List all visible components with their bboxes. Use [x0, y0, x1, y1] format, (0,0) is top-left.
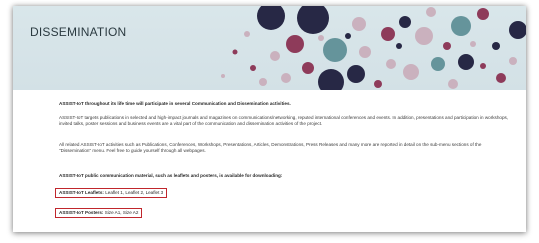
decorative-circle [443, 42, 451, 50]
decorative-circle [345, 33, 351, 39]
related-paragraph: All related ASSIST-IoT activities such a… [59, 142, 482, 154]
decorative-circle [323, 38, 347, 62]
posters-label: ASSIST-IoT Posters: [59, 210, 104, 215]
decorative-circle [492, 42, 500, 50]
decorative-circle [250, 65, 256, 71]
decorative-circle [448, 79, 458, 89]
decorative-circle [431, 57, 445, 71]
decorative-circle [426, 7, 436, 17]
decorative-circle [270, 51, 280, 61]
decorative-circle [477, 8, 489, 20]
leaflets-links[interactable]: Leaflet 1, Leaflet 2, Leaflet 3 [105, 190, 163, 195]
decorative-circle [359, 46, 371, 58]
decorative-circle [386, 59, 396, 69]
decorative-circle [259, 78, 267, 86]
decorative-circle [509, 21, 526, 39]
decorative-circle [347, 65, 365, 83]
material-intro: ASSIST-IoT public communication material… [59, 173, 283, 178]
decorative-circle [257, 6, 285, 30]
posters-links[interactable]: Size A1, Size A2 [105, 210, 139, 215]
intro-text: ASSIST-IoT throughout its life time will… [59, 101, 291, 106]
decorative-circle [297, 6, 329, 34]
leaflets-box: ASSIST-IoT Leaflets: Leaflet 1, Leaflet … [55, 188, 168, 198]
decorative-circle [281, 73, 291, 83]
decorative-circle [318, 69, 344, 90]
decorative-circle [374, 80, 382, 88]
decorative-circle [232, 49, 238, 55]
header-banner: DISSEMINATION [13, 6, 526, 90]
decorative-circle [496, 73, 506, 83]
decorative-circle [415, 27, 433, 45]
decorative-circle [470, 41, 476, 47]
decorative-circle [302, 62, 314, 74]
decorative-circle [396, 43, 402, 49]
decorative-circle [221, 74, 225, 78]
decorative-circle [381, 27, 395, 41]
decorative-circle [458, 54, 474, 70]
decorative-circle [403, 64, 419, 80]
decorative-circle [244, 31, 250, 37]
decorative-circle [451, 16, 471, 36]
decorative-circle [509, 57, 517, 65]
decorative-circle [399, 16, 411, 28]
decorative-circle [286, 35, 304, 53]
decorative-circle [480, 63, 486, 69]
decorative-circles [221, 6, 526, 90]
page-frame: DISSEMINATION ASSIST-IoT throughout its … [13, 6, 526, 232]
posters-box: ASSIST-IoT Posters: Size A1, Size A2 [55, 208, 143, 218]
targets-paragraph: ASSIST-IoT targets publications in selec… [59, 115, 509, 127]
decorative-circle [318, 35, 324, 41]
decorative-circle [352, 17, 366, 31]
leaflets-label: ASSIST-IoT Leaflets: [59, 190, 104, 195]
